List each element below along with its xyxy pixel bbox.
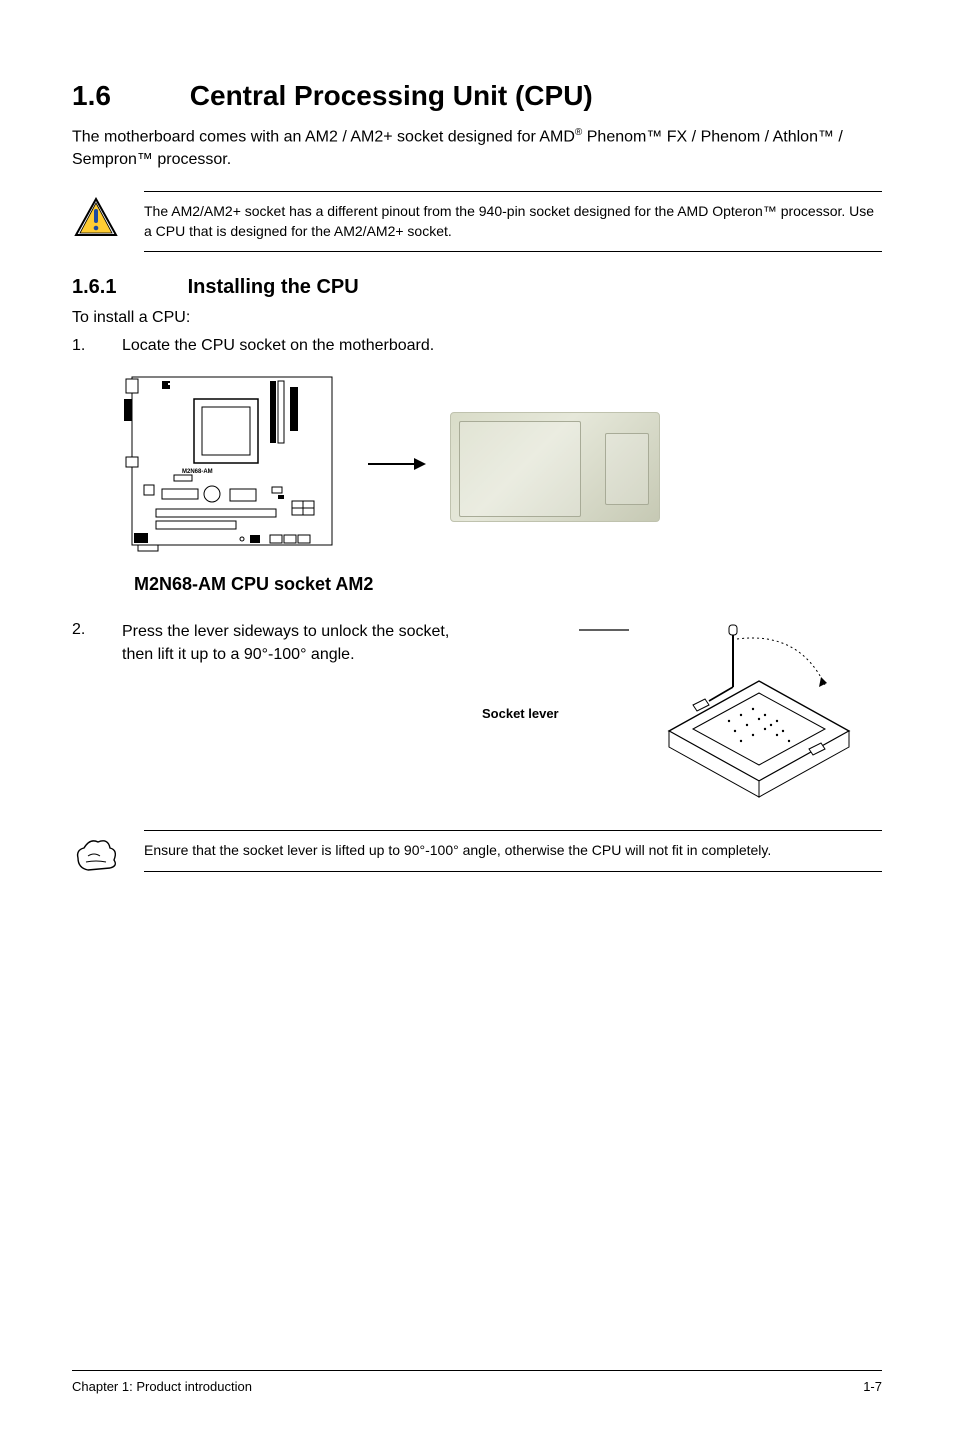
step-1-number: 1. [72, 337, 92, 355]
socket-lever-label: Socket lever [482, 706, 559, 721]
intro-paragraph: The motherboard comes with an AM2 / AM2+… [72, 126, 882, 171]
label-leader-line [579, 621, 629, 639]
step-2: 2. Press the lever sideways to unlock th… [72, 621, 882, 806]
step-1-text: Locate the CPU socket on the motherboard… [122, 337, 434, 355]
socket-3d-diagram [649, 621, 859, 806]
step-1: 1. Locate the CPU socket on the motherbo… [72, 337, 882, 355]
figure-row: M2N68-AM [122, 369, 882, 564]
section-title: Central Processing Unit (CPU) [190, 80, 593, 111]
tip-text: Ensure that the socket lever is lifted u… [144, 830, 882, 872]
intro-text-1: The motherboard comes with an AM2 / AM2+… [72, 128, 575, 145]
page-footer: Chapter 1: Product introduction 1-7 [72, 1370, 882, 1394]
step-2-text: Press the lever sideways to unlock the s… [122, 621, 462, 666]
subsection-heading: 1.6.1 Installing the CPU [72, 276, 882, 299]
caution-icon [72, 191, 120, 237]
step-2-number: 2. [72, 621, 92, 806]
step-2-content: Press the lever sideways to unlock the s… [122, 621, 859, 806]
caution-note: The AM2/AM2+ socket has a different pino… [72, 191, 882, 252]
tip-note: Ensure that the socket lever is lifted u… [72, 830, 882, 872]
figure-caption: M2N68-AM CPU socket AM2 [134, 574, 882, 595]
caution-text: The AM2/AM2+ socket has a different pino… [144, 191, 882, 252]
subsection-title: Installing the CPU [188, 276, 359, 298]
arrow-icon [366, 454, 426, 479]
section-number: 1.6 [72, 80, 182, 112]
motherboard-diagram: M2N68-AM [122, 369, 342, 564]
hand-icon [72, 830, 120, 872]
section-heading: 1.6 Central Processing Unit (CPU) [72, 80, 882, 112]
subsection-number: 1.6.1 [72, 276, 182, 299]
footer-left: Chapter 1: Product introduction [72, 1379, 252, 1394]
footer-right: 1-7 [863, 1379, 882, 1394]
board-label-text: M2N68-AM [182, 469, 213, 475]
cpu-photo [450, 412, 660, 522]
install-intro: To install a CPU: [72, 309, 882, 327]
